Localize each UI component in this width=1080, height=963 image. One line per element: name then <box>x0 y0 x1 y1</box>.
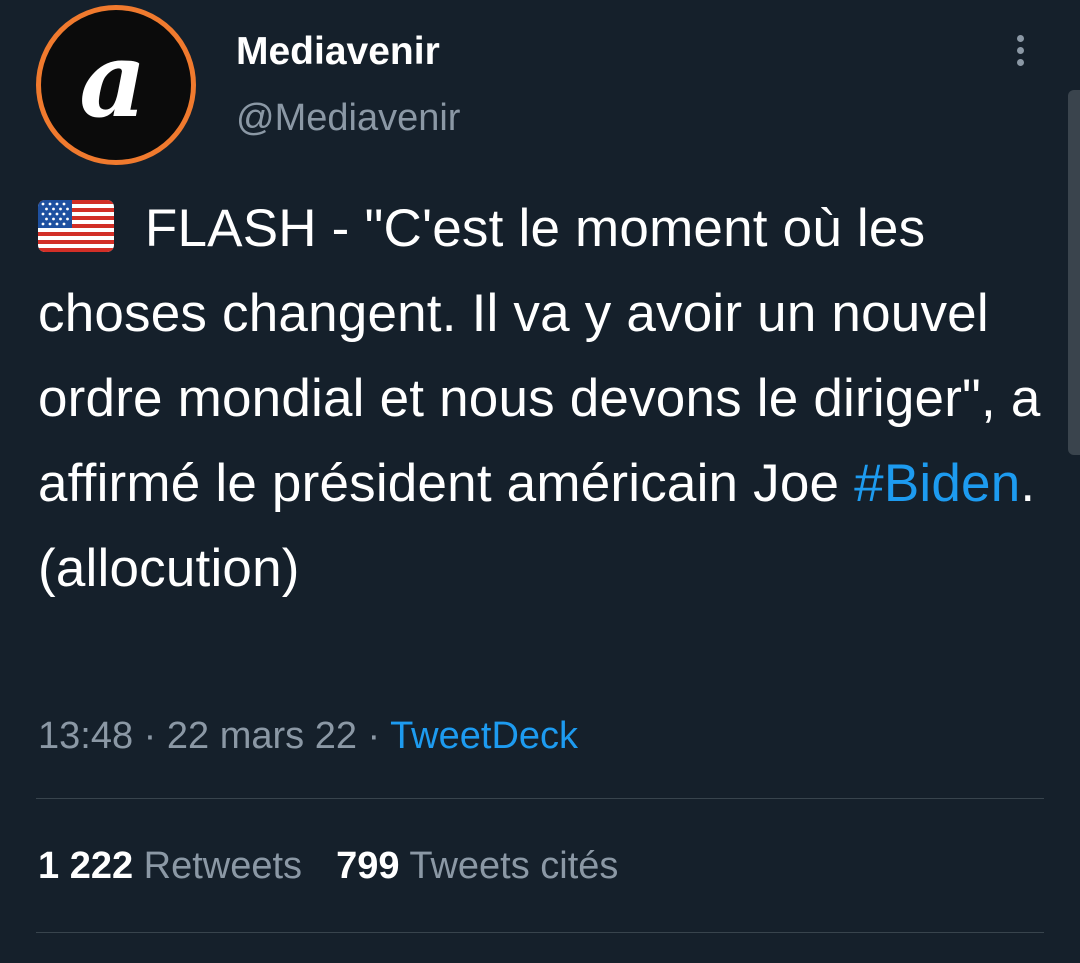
more-options-button[interactable] <box>1000 26 1040 74</box>
user-handle[interactable]: @Mediavenir <box>236 94 460 142</box>
tweet-stats: 1 222 Retweets 799 Tweets cités <box>38 842 618 890</box>
retweets-count: 1 222 <box>38 845 134 887</box>
more-vertical-icon <box>1016 34 1024 42</box>
divider <box>36 798 1044 799</box>
avatar[interactable]: a <box>36 5 196 165</box>
quote-tweets-stat[interactable]: 799 Tweets cités <box>336 842 618 890</box>
scrollbar[interactable] <box>1068 90 1080 455</box>
meta-separator: · <box>356 715 391 757</box>
more-vertical-icon-dot <box>1016 58 1024 66</box>
hashtag-link[interactable]: #Biden <box>854 454 1020 513</box>
tweet-time[interactable]: 13:48 <box>38 715 133 757</box>
retweets-stat[interactable]: 1 222 Retweets <box>38 842 302 890</box>
tweet-metadata: 13:48 · 22 mars 22 · TweetDeck <box>38 712 578 760</box>
tweet-detail: a Mediavenir @Mediavenir FLASH - "C'est … <box>0 0 1080 963</box>
tweet-text: FLASH - "C'est le moment où les choses c… <box>38 186 1048 611</box>
quote-tweets-count: 799 <box>336 845 400 887</box>
display-name[interactable]: Mediavenir <box>236 28 440 76</box>
us-flag-icon <box>38 200 114 252</box>
quote-tweets-label: Tweets cités <box>409 845 619 887</box>
more-vertical-icon-dot <box>1016 46 1024 54</box>
meta-separator: · <box>133 715 167 757</box>
avatar-logo-letter: a <box>79 18 147 141</box>
divider <box>36 932 1044 933</box>
retweets-label: Retweets <box>143 845 303 887</box>
tweet-source-link[interactable]: TweetDeck <box>390 715 578 757</box>
tweet-date[interactable]: 22 mars 22 <box>167 715 357 757</box>
